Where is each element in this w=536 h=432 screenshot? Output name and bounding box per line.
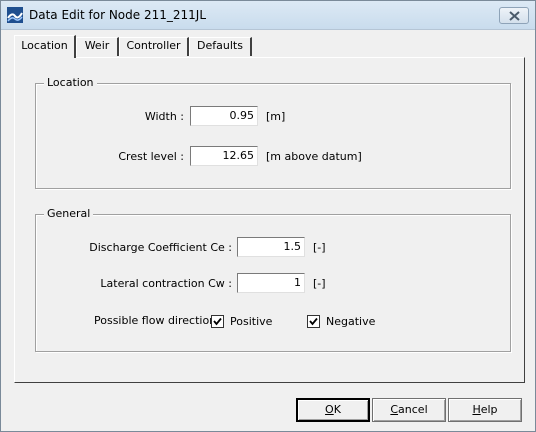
lateral-contraction-unit: [-]	[313, 277, 326, 290]
crest-level-label: Crest level :	[118, 150, 184, 163]
tab-location-label: Location	[21, 39, 68, 52]
cancel-button[interactable]: Cancel	[372, 398, 446, 422]
close-icon	[509, 11, 520, 21]
tab-controller[interactable]: Controller	[119, 37, 189, 56]
help-button[interactable]: Help	[448, 398, 522, 422]
app-icon	[7, 7, 23, 23]
tab-panel-location: Location Width : 0.95 [m] Crest level : …	[14, 57, 525, 383]
discharge-coefficient-label: Discharge Coefficient Ce :	[89, 241, 232, 254]
discharge-coefficient-unit: [-]	[313, 241, 326, 254]
lateral-contraction-field[interactable]: 1	[237, 273, 305, 293]
ok-button[interactable]: OK	[296, 398, 370, 422]
general-group-title: General	[44, 207, 94, 220]
width-label: Width :	[144, 110, 184, 123]
positive-label[interactable]: Positive	[230, 315, 272, 328]
cancel-button-label: ancel	[398, 403, 428, 416]
negative-label[interactable]: Negative	[326, 315, 375, 328]
width-field[interactable]: 0.95	[190, 106, 258, 126]
positive-checkbox[interactable]	[211, 315, 224, 328]
ok-button-mnemonic: O	[325, 403, 334, 416]
checkmark-icon	[309, 317, 318, 326]
location-group-title: Location	[44, 76, 97, 89]
crest-level-unit: [m above datum]	[266, 150, 362, 163]
close-button[interactable]	[499, 7, 529, 24]
location-group: Location	[35, 76, 511, 189]
lateral-contraction-label: Lateral contraction Cw :	[100, 277, 232, 290]
crest-level-field[interactable]: 12.65	[190, 146, 258, 166]
tab-defaults[interactable]: Defaults	[189, 37, 252, 56]
tab-location[interactable]: Location	[14, 35, 76, 58]
negative-checkbox[interactable]	[307, 315, 320, 328]
title-bar[interactable]: Data Edit for Node 211_211JL	[1, 1, 535, 30]
help-button-mnemonic: H	[472, 403, 481, 416]
window-title: Data Edit for Node 211_211JL	[29, 8, 206, 22]
tab-controller-label: Controller	[126, 39, 181, 52]
cancel-button-mnemonic: C	[390, 403, 399, 416]
tab-weir[interactable]: Weir	[76, 37, 119, 56]
discharge-coefficient-field[interactable]: 1.5	[237, 237, 305, 257]
checkmark-icon	[213, 317, 222, 326]
dialog-window: Data Edit for Node 211_211JL Location We…	[0, 0, 536, 432]
tab-weir-label: Weir	[84, 39, 110, 52]
help-button-label: elp	[480, 403, 498, 416]
ok-button-label: K	[333, 403, 341, 416]
width-unit: [m]	[266, 110, 286, 123]
flow-direction-label: Possible flow direction :	[94, 314, 224, 327]
tab-defaults-label: Defaults	[197, 39, 243, 52]
